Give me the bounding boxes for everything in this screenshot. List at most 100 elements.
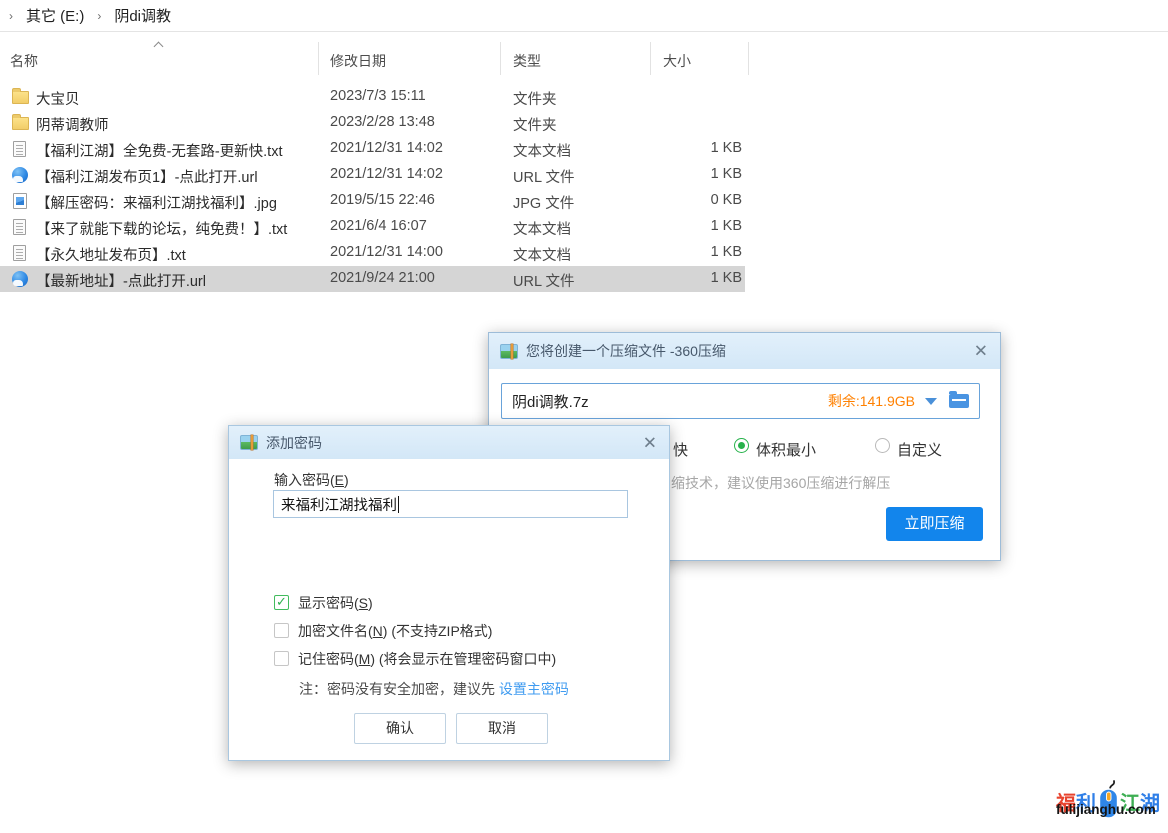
column-header-type[interactable]: 类型 xyxy=(513,51,541,71)
security-note: 注：密码没有安全加密，建议先 设置主密码 xyxy=(299,679,569,699)
file-size: 1 KB xyxy=(650,218,742,234)
image-file-icon xyxy=(12,193,29,209)
column-divider[interactable] xyxy=(500,42,501,75)
file-type: JPG 文件 xyxy=(513,192,574,213)
file-row[interactable]: 阴蒂调教师 2023/2/28 13:48 文件夹 xyxy=(0,110,745,136)
chevron-down-icon[interactable] xyxy=(925,398,937,405)
encrypt-filenames-label: 加密文件名(N) (不支持ZIP格式) xyxy=(298,621,492,641)
zip-archive-icon xyxy=(500,344,518,359)
close-icon[interactable]: ✕ xyxy=(974,343,988,360)
folder-icon xyxy=(12,115,29,131)
text-file-icon xyxy=(12,141,29,157)
file-row-selected[interactable]: 【最新地址】-点此打开.url 2021/9/24 21:00 URL 文件 1… xyxy=(0,266,745,292)
close-icon[interactable]: ✕ xyxy=(643,434,657,451)
file-size: 1 KB xyxy=(650,244,742,260)
password-value: 来福利江湖找福利 xyxy=(281,494,397,515)
file-date: 2023/7/3 15:11 xyxy=(330,88,426,104)
file-type: URL 文件 xyxy=(513,166,575,187)
file-date: 2021/12/31 14:02 xyxy=(330,140,443,156)
hidden-radio-label-fragment: 快 xyxy=(673,439,688,460)
file-date: 2023/2/28 13:48 xyxy=(330,114,435,130)
remember-password-checkbox[interactable] xyxy=(274,651,289,666)
file-name: 【最新地址】-点此打开.url xyxy=(36,270,206,291)
column-divider[interactable] xyxy=(650,42,651,75)
file-row[interactable]: 【解压密码：来福利江湖找福利】.jpg 2019/5/15 22:46 JPG … xyxy=(0,188,745,214)
compress-dialog-titlebar[interactable]: 您将创建一个压缩文件 -360压缩 ✕ xyxy=(489,333,1000,369)
file-row[interactable]: 【永久地址发布页】.txt 2021/12/31 14:00 文本文档 1 KB xyxy=(0,240,745,266)
file-date: 2021/6/4 16:07 xyxy=(330,218,427,234)
text-file-icon xyxy=(12,245,29,261)
format-note-text: 缩技术，建议使用360压缩进行解压 xyxy=(671,473,890,493)
chevron-right-icon[interactable]: › xyxy=(88,9,110,23)
file-size: 1 KB xyxy=(650,166,742,182)
file-size: 0 KB xyxy=(650,192,742,208)
file-type: 文本文档 xyxy=(513,218,571,239)
watermark-domain: fulijianghu.com xyxy=(1056,802,1156,817)
compress-now-button[interactable]: 立即压缩 xyxy=(886,507,983,541)
encrypt-filenames-checkbox[interactable] xyxy=(274,623,289,638)
file-name: 【福利江湖发布页1】-点此打开.url xyxy=(36,166,258,187)
add-password-dialog: 添加密码 ✕ 输入密码(E) 来福利江湖找福利 显示密码(S) 加密文件名(N)… xyxy=(228,425,670,761)
set-master-password-link[interactable]: 设置主密码 xyxy=(499,681,569,697)
show-password-checkbox[interactable] xyxy=(274,595,289,610)
url-shortcut-icon xyxy=(12,167,29,183)
text-cursor xyxy=(398,496,399,513)
show-password-option[interactable]: 显示密码(S) xyxy=(274,594,373,611)
password-input-label: 输入密码(E) xyxy=(274,470,349,490)
breadcrumb-folder[interactable]: 阴di调教 xyxy=(110,5,175,26)
file-row[interactable]: 【福利江湖发布页1】-点此打开.url 2021/12/31 14:02 URL… xyxy=(0,162,745,188)
archive-filename[interactable]: 阴di调教.7z xyxy=(512,391,828,412)
password-input[interactable]: 来福利江湖找福利 xyxy=(273,490,628,518)
column-header-name[interactable]: 名称 xyxy=(10,51,38,71)
file-type: 文件夹 xyxy=(513,114,557,135)
breadcrumb: › 其它 (E:) › 阴di调教 xyxy=(0,0,1168,32)
column-divider[interactable] xyxy=(318,42,319,75)
site-watermark: 福 利 江 湖 fulijianghu.com xyxy=(1052,764,1168,828)
file-row[interactable]: 【来了就能下载的论坛，纯免费！】.txt 2021/6/4 16:07 文本文档… xyxy=(0,214,745,240)
browse-folder-icon[interactable] xyxy=(949,394,969,408)
radio-min-size-label[interactable]: 体积最小 xyxy=(756,439,816,460)
file-row[interactable]: 大宝贝 2023/7/3 15:11 文件夹 xyxy=(0,84,745,110)
column-header-row: 名称 修改日期 类型 大小 xyxy=(0,45,1168,75)
column-header-size[interactable]: 大小 xyxy=(663,51,691,71)
radio-custom-label[interactable]: 自定义 xyxy=(897,439,942,460)
confirm-button[interactable]: 确认 xyxy=(354,713,446,744)
cancel-button[interactable]: 取消 xyxy=(456,713,548,744)
file-type: URL 文件 xyxy=(513,270,575,291)
file-date: 2021/12/31 14:02 xyxy=(330,166,443,182)
file-date: 2021/9/24 21:00 xyxy=(330,270,435,286)
file-size: 1 KB xyxy=(650,270,742,286)
column-header-date[interactable]: 修改日期 xyxy=(330,51,386,71)
show-password-label: 显示密码(S) xyxy=(298,593,373,613)
archive-name-input[interactable]: 阴di调教.7z 剩余:141.9GB xyxy=(501,383,980,419)
password-dialog-titlebar[interactable]: 添加密码 ✕ xyxy=(229,426,669,459)
file-row[interactable]: 【福利江湖】全免费-无套路-更新快.txt 2021/12/31 14:02 文… xyxy=(0,136,745,162)
column-divider[interactable] xyxy=(748,42,749,75)
url-shortcut-icon xyxy=(12,271,29,287)
zip-archive-icon xyxy=(240,435,258,450)
file-date: 2021/12/31 14:00 xyxy=(330,244,443,260)
breadcrumb-drive[interactable]: 其它 (E:) xyxy=(22,5,88,26)
file-name: 【来了就能下载的论坛，纯免费！】.txt xyxy=(36,218,287,239)
radio-custom[interactable] xyxy=(875,438,890,453)
file-date: 2019/5/15 22:46 xyxy=(330,192,435,208)
file-type: 文本文档 xyxy=(513,140,571,161)
file-name: 阴蒂调教师 xyxy=(36,114,109,135)
remember-password-option[interactable]: 记住密码(M) (将会显示在管理密码窗口中) xyxy=(274,650,556,667)
file-name: 【解压密码：来福利江湖找福利】.jpg xyxy=(36,192,277,213)
compress-dialog-title: 您将创建一个压缩文件 -360压缩 xyxy=(526,341,726,361)
remember-password-label: 记住密码(M) (将会显示在管理密码窗口中) xyxy=(298,649,556,669)
chevron-right-icon[interactable]: › xyxy=(0,9,22,23)
free-space-label: 剩余:141.9GB xyxy=(828,391,915,411)
file-name: 大宝贝 xyxy=(36,88,80,109)
radio-min-size[interactable] xyxy=(734,438,749,453)
password-dialog-title: 添加密码 xyxy=(266,433,322,453)
file-type: 文件夹 xyxy=(513,88,557,109)
encrypt-filenames-option[interactable]: 加密文件名(N) (不支持ZIP格式) xyxy=(274,622,492,639)
file-name: 【福利江湖】全免费-无套路-更新快.txt xyxy=(36,140,283,161)
text-file-icon xyxy=(12,219,29,235)
file-size: 1 KB xyxy=(650,140,742,156)
file-list: 大宝贝 2023/7/3 15:11 文件夹 阴蒂调教师 2023/2/28 1… xyxy=(0,84,760,292)
file-name: 【永久地址发布页】.txt xyxy=(36,244,186,265)
folder-icon xyxy=(12,89,29,105)
